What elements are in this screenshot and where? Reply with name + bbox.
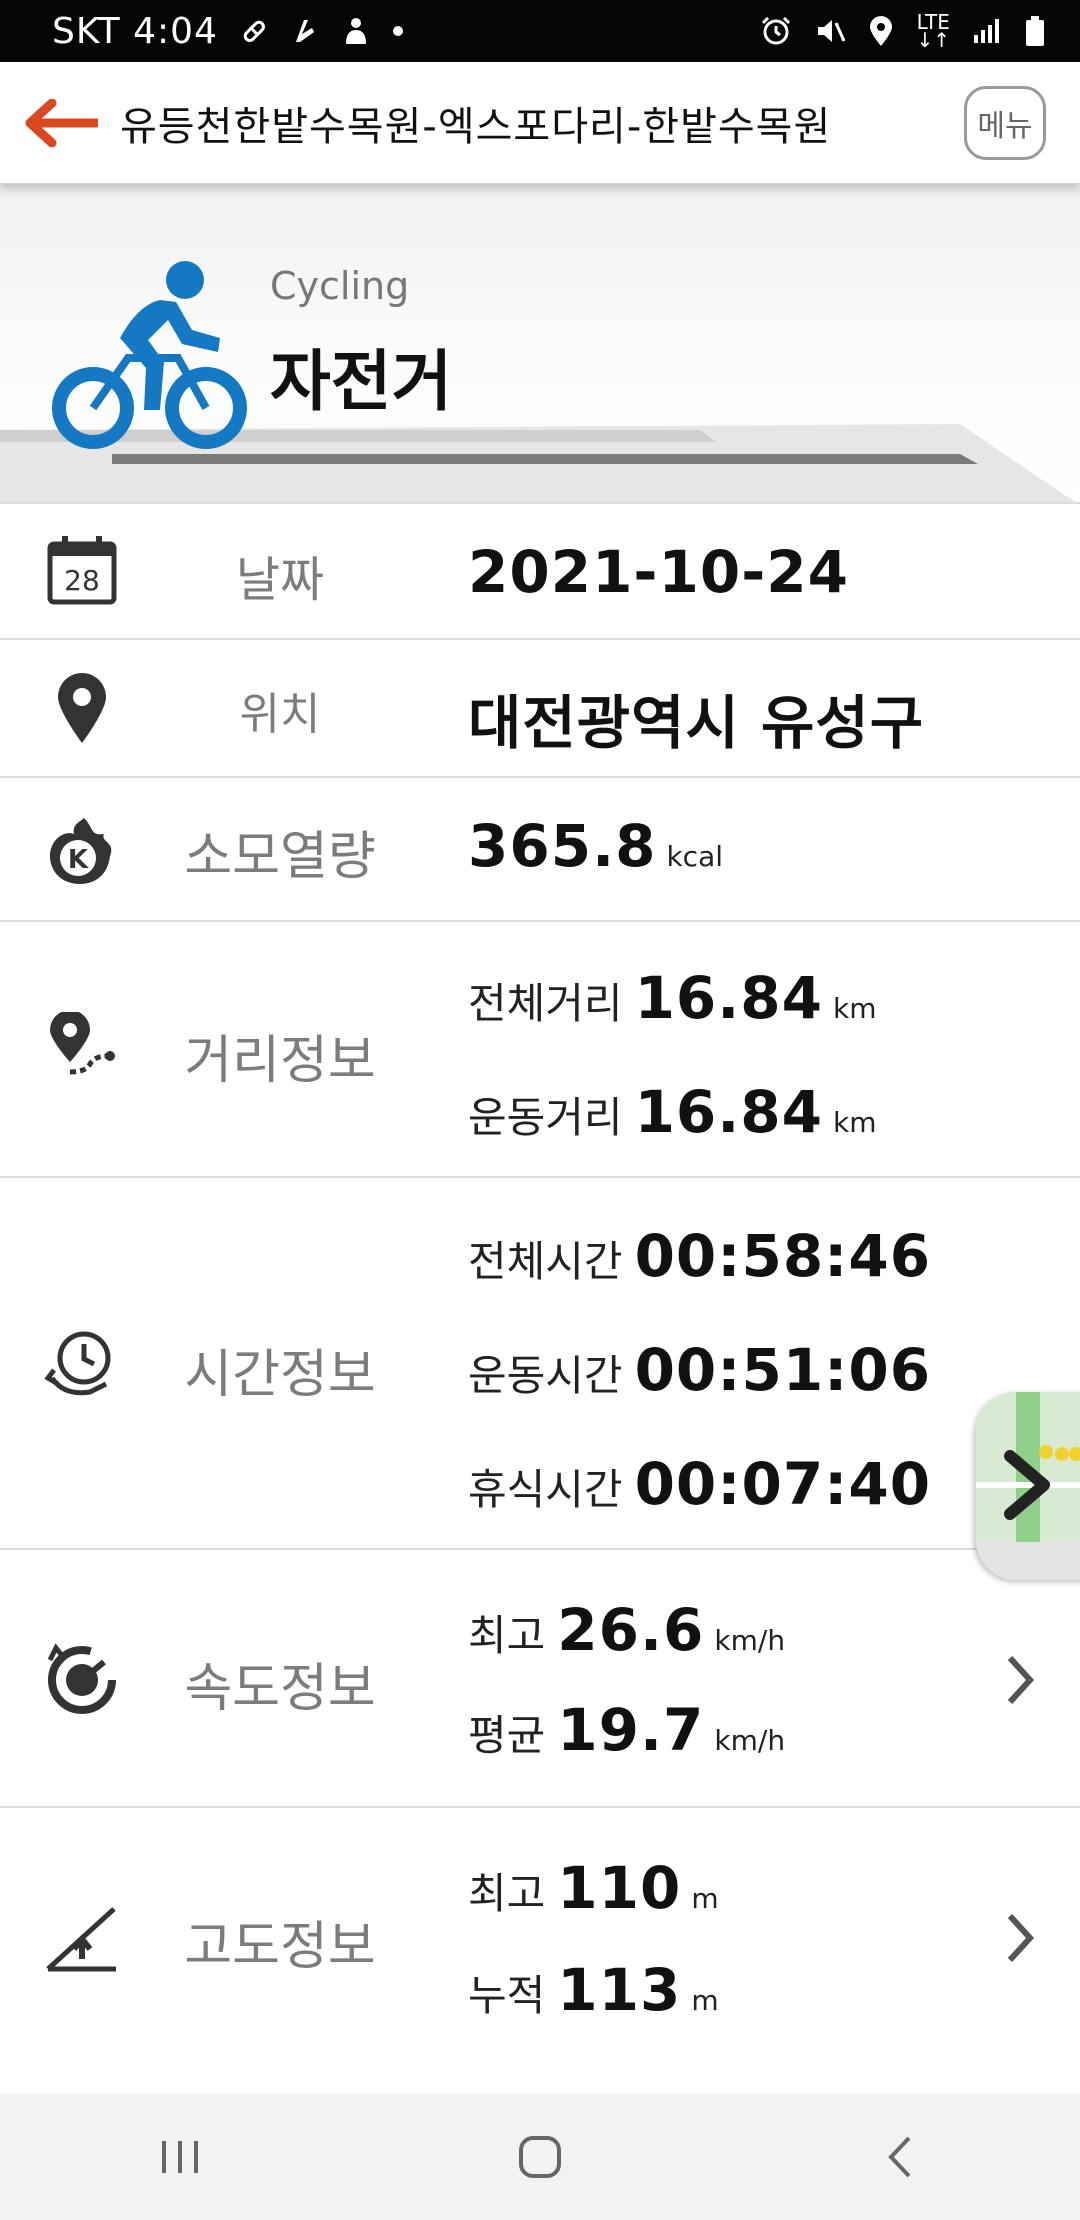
avg-speed-label: 평균 (468, 1711, 546, 1760)
date-row: 28 날짜 2021-10-24 (0, 502, 1080, 638)
lte-icon: LTE ↓↑ (916, 10, 950, 52)
date-value: 2021-10-24 (468, 538, 849, 606)
calorie-fire-icon: K (40, 808, 124, 892)
exercise-time-line: 운동시간 00:51:06 (468, 1336, 931, 1404)
menu-button[interactable]: 메뉴 (964, 85, 1046, 160)
cum-altitude-label: 누적 (468, 1971, 546, 2020)
recent-apps-button[interactable] (120, 2107, 240, 2207)
pill-icon (240, 17, 268, 45)
calendar-day: 28 (64, 564, 100, 597)
signal-icon (972, 17, 1002, 45)
distance-label: 거리정보 (184, 1031, 376, 1091)
time-clock-icon (40, 1322, 124, 1406)
status-bar: SKT 4:04 LTE ↓↑ (0, 0, 1080, 62)
back-arrow-icon (25, 98, 98, 147)
cyclist-icon (52, 261, 247, 449)
speed-chevron-icon[interactable] (1000, 1650, 1040, 1710)
status-time: SKT 4:04 (52, 10, 218, 52)
calories-unit: kcal (666, 840, 724, 873)
calories-row: K 소모열량 365.8 kcal (0, 776, 1080, 920)
pet-icon (342, 16, 370, 46)
distance-row: 거리정보 전체거리 16.84 km 운동거리 16.84 km (0, 920, 1080, 1176)
system-nav-bar (0, 2094, 1080, 2220)
back-button[interactable] (0, 62, 120, 184)
location-label: 위치 (239, 689, 321, 740)
time-row: 시간정보 전체시간 00:58:46 운동시간 00:51:06 휴식시간 00… (0, 1176, 1080, 1548)
fitness-icon (290, 16, 320, 46)
calories-value-line: 365.8 kcal (468, 812, 723, 880)
exercise-distance-value: 16.84 (634, 1078, 824, 1146)
home-button[interactable] (480, 2107, 600, 2207)
total-distance-label: 전체거리 (468, 979, 623, 1028)
location-value: 대전광역시 유성구 (468, 689, 925, 757)
max-altitude-unit: m (691, 1882, 719, 1915)
status-right: LTE ↓↑ (760, 10, 1046, 52)
altitude-chevron-icon[interactable] (1000, 1908, 1040, 1968)
exercise-distance-label: 운동거리 (468, 1093, 623, 1142)
exercise-distance-line: 운동거리 16.84 km (468, 1078, 877, 1146)
calories-label: 소모열량 (184, 827, 376, 887)
max-altitude-value: 110 (557, 1854, 682, 1922)
speedometer-icon (40, 1636, 124, 1720)
total-time-line: 전체시간 00:58:46 (468, 1222, 931, 1290)
max-speed-label: 최고 (468, 1611, 546, 1660)
map-arrow-icon (1004, 1450, 1050, 1520)
cum-altitude-unit: m (691, 1984, 719, 2017)
max-speed-line: 최고 26.6 km/h (468, 1596, 785, 1664)
location-row: 위치 대전광역시 유성구 (0, 638, 1080, 776)
date-label: 날짜 (235, 552, 325, 608)
activity-details: 28 날짜 2021-10-24 위치 대전광역시 유성구 K 소모열량 365… (0, 502, 1080, 2062)
activity-title: 자전거 (270, 343, 453, 420)
cum-altitude-value: 113 (557, 1956, 682, 2024)
map-shortcut-button[interactable] (976, 1392, 1080, 1580)
status-left: SKT 4:04 (52, 11, 404, 52)
calories-value: 365.8 (468, 812, 657, 880)
home-icon (519, 2136, 561, 2178)
location-icon (868, 15, 894, 47)
activity-banner: Cycling 자전거 (0, 184, 1080, 502)
speed-row[interactable]: 속도정보 최고 26.6 km/h 평균 19.7 km/h (0, 1548, 1080, 1806)
mute-icon (814, 15, 846, 47)
cum-altitude-line: 누적 113 m (468, 1956, 719, 2024)
max-speed-value: 26.6 (557, 1596, 705, 1664)
altitude-label: 고도정보 (184, 1917, 376, 1977)
calorie-badge: K (68, 845, 89, 875)
exercise-time-label: 운동시간 (468, 1351, 623, 1400)
rest-time-line: 휴식시간 00:07:40 (468, 1450, 931, 1518)
back-icon (888, 2136, 911, 2178)
rest-time-label: 휴식시간 (468, 1465, 623, 1514)
total-distance-line: 전체거리 16.84 km (468, 964, 877, 1032)
max-altitude-line: 최고 110 m (468, 1854, 719, 1922)
exercise-distance-unit: km (833, 1106, 877, 1139)
app-header: 유등천한밭수목원-엑스포다리-한밭수목원 메뉴 (0, 62, 1080, 184)
altitude-icon (40, 1896, 124, 1980)
avg-speed-value: 19.7 (557, 1696, 705, 1764)
time-label: 시간정보 (184, 1345, 376, 1405)
activity-subtitle: Cycling (270, 264, 410, 308)
total-distance-value: 16.84 (634, 964, 824, 1032)
max-altitude-label: 최고 (468, 1869, 546, 1918)
avg-speed-line: 평균 19.7 km/h (468, 1696, 785, 1764)
nav-back-button[interactable] (840, 2107, 960, 2207)
recent-apps-icon (162, 2141, 198, 2173)
total-time-value: 00:58:46 (634, 1222, 932, 1290)
route-title: 유등천한밭수목원-엑스포다리-한밭수목원 (120, 103, 832, 150)
dot-icon (392, 25, 404, 37)
max-speed-unit: km/h (714, 1624, 786, 1657)
network-label: LTE (916, 10, 950, 34)
rest-time-value: 00:07:40 (634, 1450, 932, 1518)
altitude-row[interactable]: 고도정보 최고 110 m 누적 113 m (0, 1806, 1080, 2062)
total-distance-unit: km (833, 992, 877, 1025)
distance-pin-icon (40, 1008, 124, 1092)
location-pin-icon (40, 666, 124, 750)
speed-label: 속도정보 (184, 1659, 376, 1719)
battery-icon (1024, 15, 1046, 47)
total-time-label: 전체시간 (468, 1237, 623, 1286)
calendar-icon: 28 (40, 528, 124, 612)
exercise-time-value: 00:51:06 (634, 1336, 932, 1404)
alarm-icon (760, 15, 792, 47)
avg-speed-unit: km/h (714, 1724, 786, 1757)
